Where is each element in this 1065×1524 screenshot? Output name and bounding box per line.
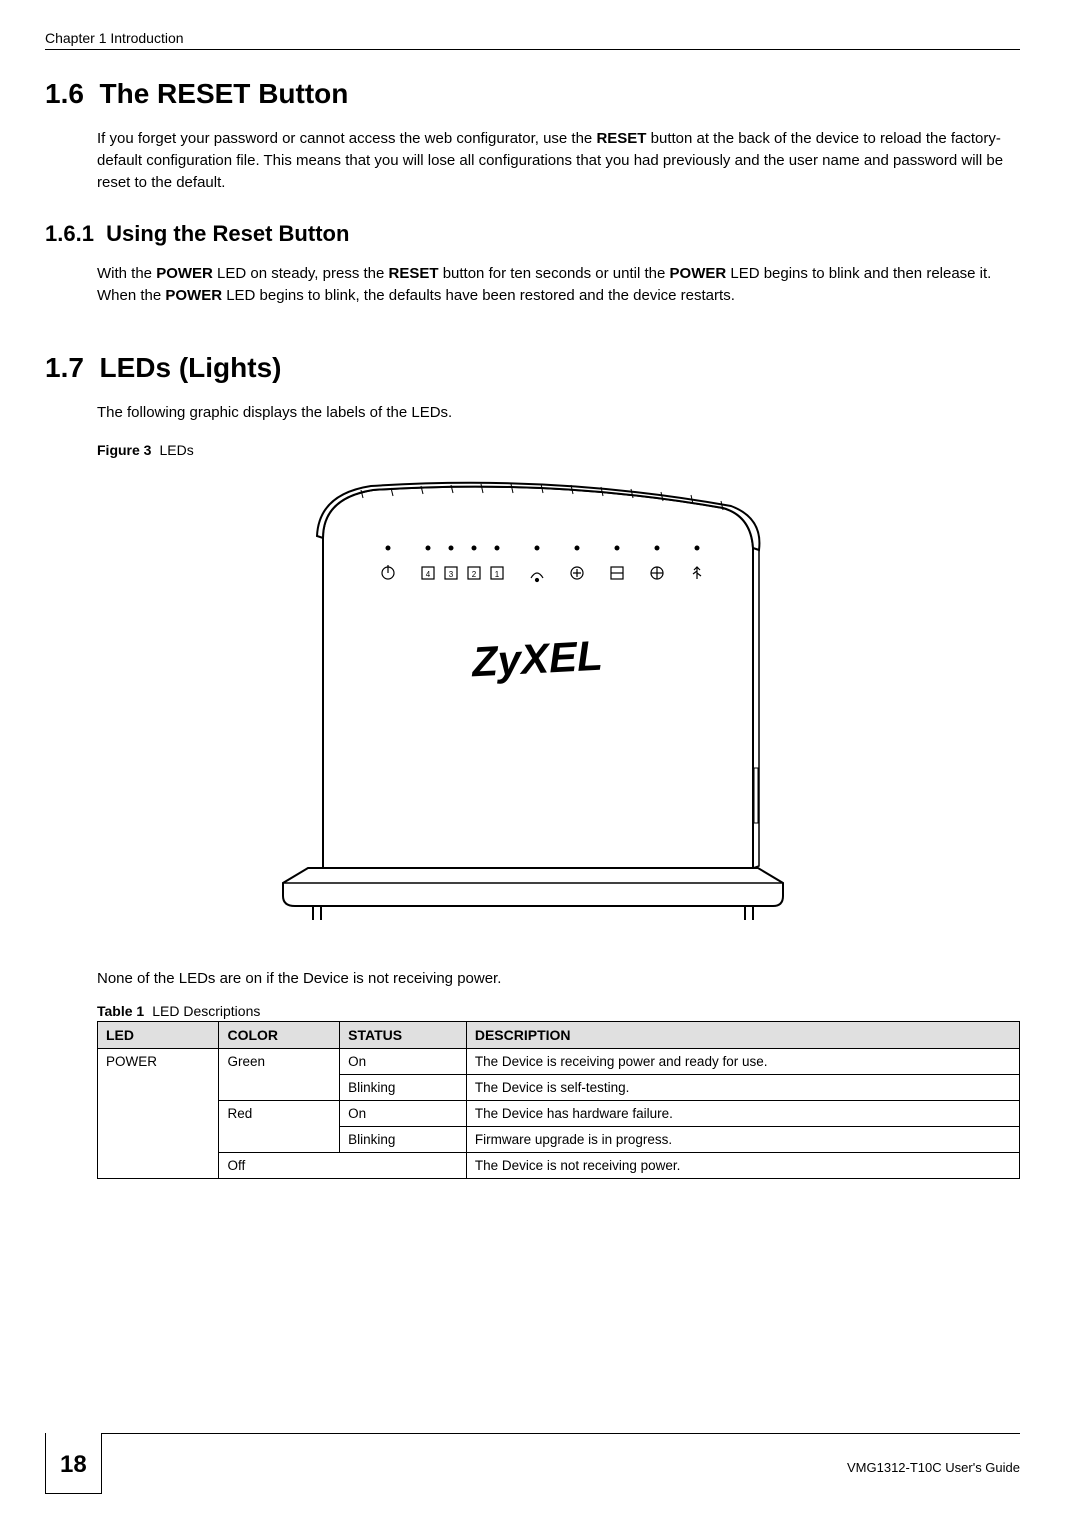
page-header: Chapter 1 Introduction [45, 30, 1020, 50]
post-figure-paragraph: None of the LEDs are on if the Device is… [97, 968, 1020, 990]
chapter-label: Chapter 1 Introduction [45, 30, 184, 46]
cell-status: Blinking [340, 1127, 467, 1153]
page-footer: 18 VMG1312-T10C User's Guide [0, 1433, 1065, 1494]
footer-doc-title: VMG1312-T10C User's Guide [102, 1454, 1020, 1475]
svg-text:2: 2 [471, 570, 476, 579]
th-status: STATUS [340, 1022, 467, 1049]
table-header-row: LED COLOR STATUS DESCRIPTION [98, 1022, 1020, 1049]
section-number: 1.6 [45, 78, 84, 109]
section-1-6-1-paragraph: With the POWER LED on steady, press the … [97, 263, 1020, 307]
cell-desc: The Device is not receiving power. [466, 1153, 1019, 1179]
section-1-7-paragraph: The following graphic displays the label… [97, 402, 1020, 424]
cell-status: On [340, 1049, 467, 1075]
subsection-number: 1.6.1 [45, 221, 94, 246]
subsection-title: Using the Reset Button [106, 221, 349, 246]
cell-status: Off [219, 1153, 466, 1179]
led-descriptions-table: LED COLOR STATUS DESCRIPTION POWER Green… [97, 1021, 1020, 1179]
svg-text:3: 3 [448, 570, 453, 579]
table-row: Off The Device is not receiving power. [98, 1153, 1020, 1179]
cell-desc: The Device is self-testing. [466, 1075, 1019, 1101]
device-illustration: 4 3 2 1 ZyXEL [253, 468, 813, 938]
figure-3-device: 4 3 2 1 ZyXEL [45, 468, 1020, 938]
section-title: LEDs (Lights) [100, 352, 282, 383]
section-1-6-heading: 1.6 The RESET Button [45, 78, 1020, 110]
cell-status: Blinking [340, 1075, 467, 1101]
section-title: The RESET Button [100, 78, 349, 109]
cell-desc: The Device has hardware failure. [466, 1101, 1019, 1127]
cell-desc: Firmware upgrade is in progress. [466, 1127, 1019, 1153]
cell-status: On [340, 1101, 467, 1127]
cell-color: Red [219, 1101, 340, 1153]
section-number: 1.7 [45, 352, 84, 383]
figure-3-caption: Figure 3LEDs [97, 442, 1020, 458]
th-color: COLOR [219, 1022, 340, 1049]
th-led: LED [98, 1022, 219, 1049]
svg-text:1: 1 [494, 570, 499, 579]
svg-text:4: 4 [425, 570, 430, 579]
table-row: Red On The Device has hardware failure. [98, 1101, 1020, 1127]
cell-color: Green [219, 1049, 340, 1101]
device-brand-text: ZyXEL [469, 631, 603, 685]
section-1-6-1-heading: 1.6.1 Using the Reset Button [45, 221, 1020, 247]
cell-desc: The Device is receiving power and ready … [466, 1049, 1019, 1075]
table-1-caption: Table 1LED Descriptions [97, 1003, 1020, 1019]
section-1-6-paragraph: If you forget your password or cannot ac… [97, 128, 1020, 193]
section-1-7-heading: 1.7 LEDs (Lights) [45, 352, 1020, 384]
cell-led: POWER [98, 1049, 219, 1179]
table-row: POWER Green On The Device is receiving p… [98, 1049, 1020, 1075]
page-number: 18 [45, 1433, 102, 1494]
th-description: DESCRIPTION [466, 1022, 1019, 1049]
